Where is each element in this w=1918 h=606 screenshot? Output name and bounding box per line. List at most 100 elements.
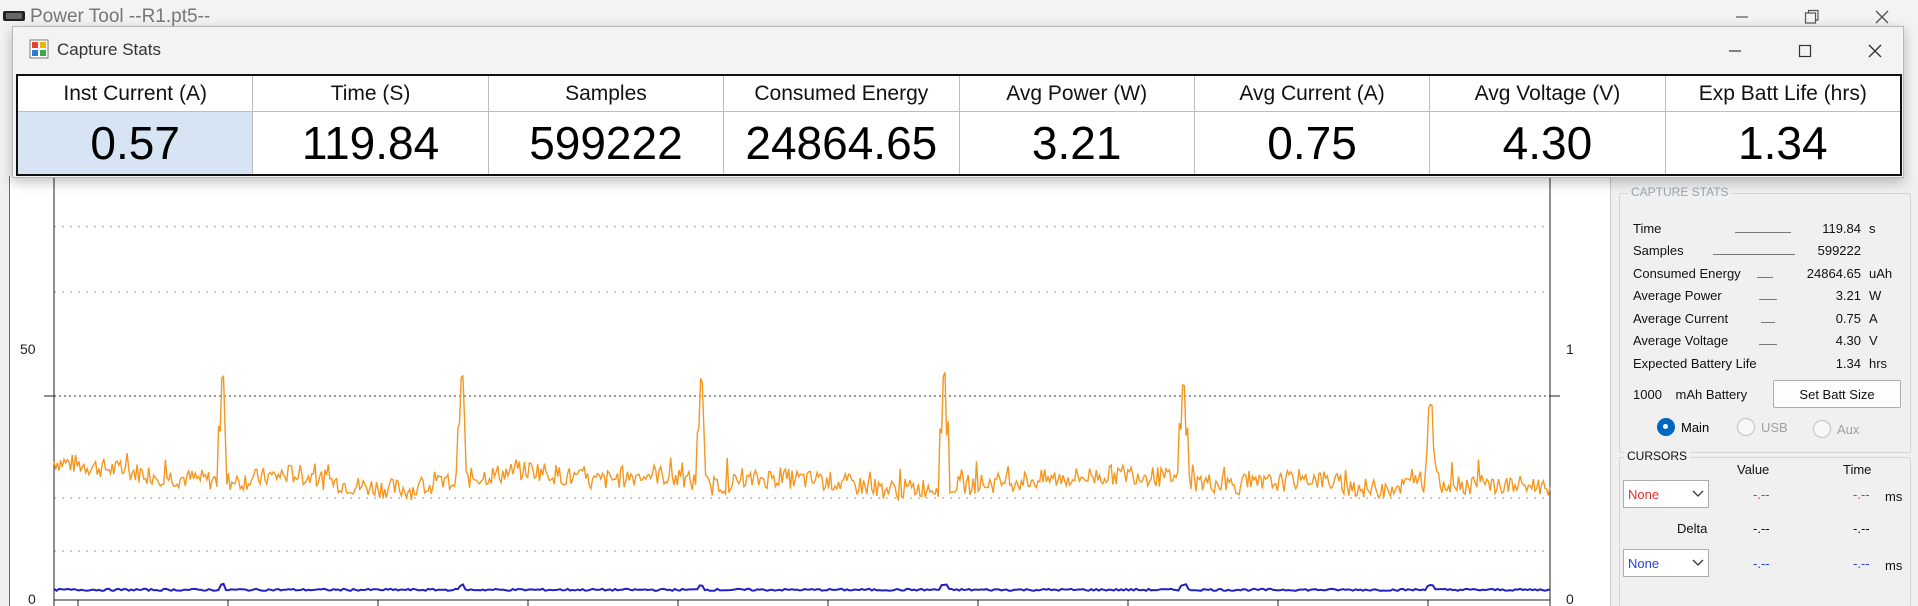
capture-stats-window: Capture Stats Inst Current (A) 0.57 Time… [12, 26, 1904, 178]
channel-radio-aux[interactable]: Aux [1813, 420, 1859, 438]
stat-row-consumed-energy: Consumed Energy 24864.65 uAh [1633, 266, 1903, 286]
stats-column-consumed-energy[interactable]: Consumed Energy 24864.65 [724, 76, 960, 174]
stat-row-average-power: Average Power 3.21 W [1633, 288, 1903, 308]
stats-column-header: Avg Current (A) [1194, 76, 1430, 112]
cursor2-value: -.-- [1753, 556, 1770, 571]
capture-stats-app-icon [29, 39, 49, 59]
left-tick-label-0: 0 [28, 591, 36, 606]
stats-column-header: Time (S) [253, 76, 488, 112]
stats-column-avg-current[interactable]: Avg Current (A) 0.75 [1194, 76, 1431, 174]
stat-unit: uAh [1869, 266, 1893, 281]
stats-column-header: Consumed Energy [724, 76, 959, 112]
stat-unit: A [1869, 311, 1878, 326]
radio-dot [1737, 418, 1755, 436]
delta-time: -.-- [1853, 521, 1870, 536]
cursor1-time: -.-- [1853, 487, 1870, 502]
stat-value: 4.30 [1835, 333, 1861, 348]
cursor2-select[interactable]: None [1623, 549, 1709, 577]
close-icon [1875, 10, 1889, 24]
stats-column-header: Inst Current (A) [18, 76, 253, 112]
stat-row-time: Time 119.84 s [1633, 221, 1903, 241]
channel-radio-usb[interactable]: USB [1737, 418, 1788, 436]
delta-label: Delta [1677, 521, 1708, 536]
stats-column-inst-current[interactable]: Inst Current (A) 0.57 [18, 76, 254, 174]
maximize-icon [1798, 44, 1812, 58]
stats-column-value: 3.21 [1031, 117, 1122, 169]
leader-line [1761, 322, 1775, 323]
stat-label: Average Voltage [1633, 333, 1729, 348]
right-panel: CAPTURE STATS Time 119.84 s Samples 5992… [1610, 176, 1918, 606]
stat-label: Average Power [1633, 288, 1722, 303]
series-blue-trace [53, 582, 1551, 592]
stat-unit: hrs [1869, 356, 1888, 371]
capture-stats-title: Capture Stats [57, 40, 161, 59]
channel-radio-main[interactable]: Main [1657, 418, 1709, 436]
radio-label: Main [1681, 419, 1710, 435]
capture-stats-group-title: CAPTURE STATS [1628, 185, 1732, 199]
cursors-time-header: Time [1843, 462, 1872, 477]
leader-line [1759, 344, 1777, 345]
stat-label: Time [1633, 221, 1662, 236]
stat-unit: s [1869, 221, 1876, 236]
stats-column-avg-power[interactable]: Avg Power (W) 3.21 [959, 76, 1195, 174]
stat-row-average-current: Average Current 0.75 A [1633, 311, 1903, 331]
stat-unit: W [1869, 288, 1882, 303]
delta-value: -.-- [1753, 521, 1770, 536]
cursor1-select-value: None [1628, 486, 1660, 502]
stat-row-samples: Samples 599222 [1633, 243, 1903, 263]
series-orange-trace [53, 372, 1551, 502]
cursor1-unit: ms [1885, 489, 1903, 504]
right-tick-label-0: 0 [1566, 591, 1574, 606]
minimize-icon [1736, 16, 1748, 18]
stats-column-avg-voltage[interactable]: Avg Voltage (V) 4.30 [1430, 76, 1666, 174]
stat-label: Consumed Energy [1633, 266, 1741, 281]
cursor2-unit: ms [1885, 558, 1903, 573]
chevron-down-icon [1688, 481, 1708, 507]
stats-column-header: Exp Batt Life (hrs) [1665, 76, 1900, 112]
set-batt-size-button[interactable]: Set Batt Size [1773, 380, 1901, 408]
capture-stats-title-bar[interactable]: Capture Stats [13, 27, 1903, 75]
leader-line [1757, 277, 1773, 278]
stats-column-time[interactable]: Time (S) 119.84 [253, 76, 489, 174]
stats-column-value: 0.57 [18, 112, 253, 174]
restore-icon [1804, 9, 1819, 24]
capture-maximize-button[interactable] [1787, 37, 1823, 65]
chart-x-ticks [77, 600, 1429, 606]
capture-close-button[interactable] [1857, 37, 1893, 65]
stats-column-value: 599222 [529, 117, 683, 169]
right-tick-label-1: 1 [1566, 341, 1574, 357]
stats-column-exp-batt-life[interactable]: Exp Batt Life (hrs) 1.34 [1665, 76, 1900, 174]
stat-value: 119.84 [1822, 221, 1861, 236]
close-icon [1868, 44, 1882, 58]
stats-column-value: 119.84 [301, 117, 440, 169]
cursor1-select[interactable]: None [1623, 480, 1709, 508]
power-chart[interactable]: 50 0 1 0 [0, 176, 1610, 606]
capture-stats-table: Inst Current (A) 0.57 Time (S) 119.84 Sa… [16, 74, 1902, 176]
battery-size-label: mAh Battery [1675, 387, 1748, 402]
stat-value: 599222 [1817, 243, 1861, 258]
chart-svg: 50 0 1 0 [20, 176, 1574, 606]
radio-label: Aux [1837, 421, 1860, 437]
stats-column-value: 4.30 [1502, 117, 1593, 169]
app-icon [3, 11, 25, 21]
radio-dot [1657, 418, 1675, 436]
stat-label: Samples [1633, 243, 1684, 258]
stats-column-value: 0.75 [1267, 117, 1357, 169]
cursor1-value: -.-- [1753, 487, 1770, 502]
stats-column-value: 24864.65 [745, 117, 938, 169]
leader-line [1735, 232, 1791, 233]
leader-line [1713, 254, 1795, 255]
leader-line [1759, 299, 1777, 300]
capture-minimize-button[interactable] [1717, 37, 1753, 65]
left-tick-label-50: 50 [20, 341, 36, 357]
cursor2-select-value: None [1628, 555, 1660, 571]
chevron-down-icon [1688, 550, 1708, 576]
stat-value: 3.21 [1835, 288, 1861, 303]
stats-column-header: Avg Power (W) [959, 76, 1194, 112]
stats-column-samples[interactable]: Samples 599222 [488, 76, 725, 174]
stat-row-expected-battery-life: Expected Battery Life 1.34 hrs [1633, 356, 1903, 376]
stats-column-value: 1.34 [1738, 117, 1828, 169]
chart-gridlines [44, 225, 1560, 552]
radio-dot [1813, 420, 1831, 438]
stat-unit: V [1869, 333, 1878, 348]
